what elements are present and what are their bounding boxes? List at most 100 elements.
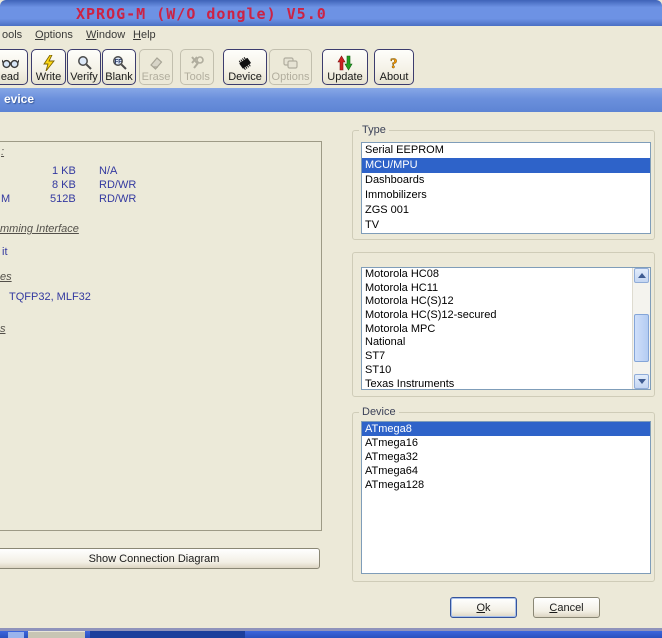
- family-list-item[interactable]: Motorola HC(S)12-secured: [362, 309, 650, 323]
- device-list-item[interactable]: ATmega32: [362, 450, 650, 464]
- taskbar: [0, 631, 662, 638]
- packages-value: TQFP32, MLF32: [9, 291, 91, 303]
- memory-access: RD/WR: [99, 179, 136, 191]
- type-list-item[interactable]: Serial EEPROM: [362, 143, 650, 158]
- menu-window[interactable]: Window: [86, 29, 125, 41]
- menu-label-part: elp: [141, 29, 156, 41]
- menu-label-part: H: [133, 29, 141, 41]
- device-button[interactable]: Device: [223, 49, 267, 85]
- type-list-item[interactable]: ZGS 001: [362, 203, 650, 218]
- taskbar-button[interactable]: [28, 631, 85, 638]
- family-groupbox: Motorola HC08 Motorola HC11 Motorola HC(…: [352, 252, 655, 397]
- scroll-thumb[interactable]: [634, 314, 649, 362]
- read-button[interactable]: ead: [0, 49, 28, 85]
- device-list-item-selected[interactable]: ATmega8: [362, 422, 650, 436]
- memory-size: 8 KB: [52, 179, 76, 191]
- screen: XPROG-M (W/O dongle) V5.0 ools Options W…: [0, 0, 662, 638]
- ok-button[interactable]: Ok: [450, 597, 517, 618]
- menubar: ools Options Window Help: [0, 26, 662, 45]
- family-list-item[interactable]: Motorola HC11: [362, 282, 650, 296]
- menu-label-part: ptions: [44, 29, 73, 41]
- toolbar: ead Write Verify FF Blank Erase: [0, 45, 662, 88]
- family-list-item[interactable]: Motorola MPC: [362, 323, 650, 337]
- verify-button[interactable]: Verify: [67, 49, 101, 85]
- dialog-title: evice: [4, 92, 34, 106]
- family-list-item[interactable]: ST7: [362, 350, 650, 364]
- erase-button-label: Erase: [142, 71, 171, 83]
- show-connection-diagram-button[interactable]: Show Connection Diagram: [0, 548, 320, 569]
- device-info-panel: [0, 141, 322, 531]
- update-button[interactable]: Update: [322, 49, 368, 85]
- options-button-label: Options: [272, 71, 310, 83]
- svg-text:FF: FF: [114, 59, 122, 65]
- about-button[interactable]: ? About: [374, 49, 414, 85]
- family-list-scrollbar[interactable]: [632, 268, 650, 389]
- device-list-item[interactable]: ATmega64: [362, 464, 650, 478]
- magnifier-ff-icon: FF: [112, 54, 127, 71]
- chip-icon: [236, 54, 254, 71]
- type-groupbox: Type Serial EEPROM MCU/MPU Dashboards Im…: [352, 130, 655, 240]
- tools-button-label: Tools: [184, 71, 210, 83]
- tools-icon: [189, 54, 205, 71]
- menu-help[interactable]: Help: [133, 29, 156, 41]
- taskbar-icon[interactable]: [8, 632, 24, 638]
- remarks-heading-fragment: s: [0, 323, 6, 335]
- device-list: ATmega8 ATmega16 ATmega32 ATmega64 ATmeg…: [361, 421, 651, 574]
- write-button-label: Write: [36, 71, 61, 83]
- blank-button-label: Blank: [105, 71, 133, 83]
- memory-size: 512B: [50, 193, 76, 205]
- write-button[interactable]: Write: [31, 49, 66, 85]
- about-button-label: About: [380, 71, 409, 83]
- device-list-item[interactable]: ATmega128: [362, 478, 650, 492]
- question-icon: ?: [387, 54, 401, 71]
- lightning-icon: [42, 54, 56, 71]
- main-titlebar: XPROG-M (W/O dongle) V5.0: [0, 0, 662, 26]
- verify-button-label: Verify: [70, 71, 98, 83]
- svg-text:?: ?: [390, 56, 398, 71]
- update-button-label: Update: [327, 71, 362, 83]
- dialog-titlebar: evice: [0, 88, 662, 112]
- ok-button-label: k: [485, 602, 491, 614]
- read-button-label: ead: [1, 71, 19, 83]
- menu-label-part: O: [35, 29, 44, 41]
- device-group-label: Device: [359, 406, 399, 418]
- menu-tools[interactable]: ools: [2, 29, 22, 41]
- family-list-item[interactable]: ST10: [362, 364, 650, 378]
- arrow-up-icon: [638, 273, 646, 278]
- interface-value-fragment: it: [2, 246, 8, 258]
- device-groupbox: Device ATmega8 ATmega16 ATmega32 ATmega6…: [352, 412, 655, 582]
- type-list: Serial EEPROM MCU/MPU Dashboards Immobil…: [361, 142, 651, 234]
- family-list-item[interactable]: Motorola HC(S)12: [362, 295, 650, 309]
- memory-access: RD/WR: [99, 193, 136, 205]
- info-heading-fragment: :: [1, 146, 4, 158]
- erase-button: Erase: [139, 49, 173, 85]
- family-list-item[interactable]: National: [362, 336, 650, 350]
- memory-size: 1 KB: [52, 165, 76, 177]
- type-list-item[interactable]: TV: [362, 218, 650, 233]
- eraser-icon: [148, 54, 164, 71]
- cancel-button-label: ancel: [557, 602, 583, 614]
- type-list-item-selected[interactable]: MCU/MPU: [362, 158, 650, 173]
- memory-access: N/A: [99, 165, 117, 177]
- family-list-item[interactable]: Texas Instruments: [362, 378, 650, 391]
- type-list-item[interactable]: Immobilizers: [362, 188, 650, 203]
- menu-label-part: indow: [96, 29, 125, 41]
- programming-interface-heading: mming Interface: [0, 223, 79, 235]
- cancel-button[interactable]: Cancel: [533, 597, 600, 618]
- magnifier-icon: [77, 54, 92, 71]
- device-list-item[interactable]: ATmega16: [362, 436, 650, 450]
- menu-options[interactable]: Options: [35, 29, 73, 41]
- blank-button[interactable]: FF Blank: [102, 49, 136, 85]
- window-title: XPROG-M (W/O dongle) V5.0: [76, 5, 327, 23]
- menu-label-part: ools: [2, 29, 22, 41]
- type-list-item[interactable]: Dashboards: [362, 173, 650, 188]
- taskbar-button-active[interactable]: [90, 631, 245, 638]
- scroll-down-button[interactable]: [634, 374, 649, 389]
- scroll-up-button[interactable]: [634, 268, 649, 283]
- family-list: Motorola HC08 Motorola HC11 Motorola HC(…: [361, 267, 651, 390]
- device-button-label: Device: [228, 71, 262, 83]
- options-icon: [282, 54, 299, 71]
- family-list-item[interactable]: Motorola HC08: [362, 268, 650, 282]
- show-connection-diagram-label: Show Connection Diagram: [89, 553, 220, 565]
- update-arrows-icon: [337, 54, 353, 71]
